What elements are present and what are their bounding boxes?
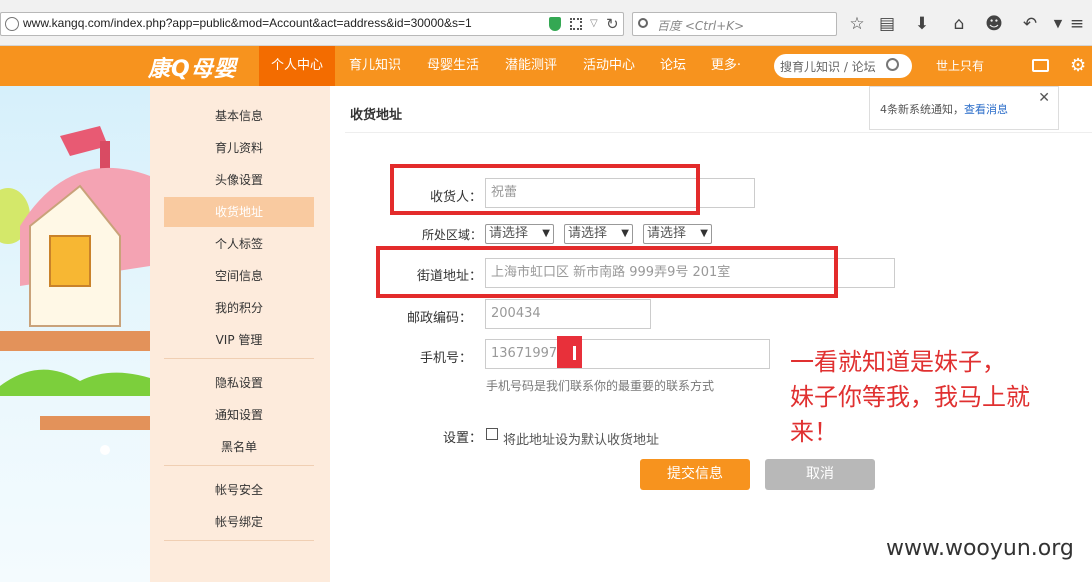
watermark: www.wooyun.org [886,536,1074,561]
qr-code-icon[interactable] [570,18,582,30]
site-logo[interactable]: 康Q母婴 [148,51,237,83]
reading-list-icon[interactable]: ▤ [876,13,898,35]
chevron-down-icon: ▼ [542,228,550,239]
shield-icon[interactable] [549,17,561,31]
view-messages-link[interactable]: 查看消息 [964,103,1008,116]
reload-icon[interactable]: ↻ [606,15,619,33]
sidebar-item-avatar-settings[interactable]: 头像设置 [164,165,314,195]
nav-parenting-knowledge[interactable]: 育儿知识 [338,46,412,86]
sidebar-item-shipping-address[interactable]: 收货地址 [164,197,314,227]
fence-front [40,416,150,430]
notification-count-text: 4条新系统通知， [880,103,964,116]
nav-potential-test[interactable]: 潜能测评 [494,46,568,86]
zip-code-input[interactable]: 200434 [485,299,651,329]
street-address-input[interactable]: 上海市虹口区 新市南路 999弄9号 201室 [485,258,895,288]
address-bar[interactable]: www.kangq.com/index.php?app=public&mod=A… [0,12,624,36]
fence [0,331,150,351]
gear-icon[interactable]: ⚙ [1070,55,1086,76]
city-select-value: 请选择 [568,226,608,241]
browser-search-placeholder: 百度 <Ctrl+K> [657,19,745,33]
user-name[interactable]: 世上只有 [936,46,984,86]
city-select[interactable]: 请选择 ▼ [564,224,633,244]
sidebar-item-account-binding[interactable]: 帐号绑定 [164,507,314,537]
cancel-button[interactable]: 取消 [765,459,875,490]
house-window [49,235,91,287]
nav-more[interactable]: 更多· [700,46,752,86]
recipient-input[interactable]: 祝蕾 [485,178,755,208]
sidebar-item-basic-info[interactable]: 基本信息 [164,101,314,131]
annotation-line: 妹子你等我，我马上就 [790,383,1030,411]
street-label: 街道地址： [416,269,482,284]
sidebar-item-notifications[interactable]: 通知设置 [164,400,314,430]
province-select-value: 请选择 [489,226,529,241]
nav-mother-baby-life[interactable]: 母婴生活 [416,46,490,86]
browser-search-box[interactable]: 百度 <Ctrl+K> [632,12,837,36]
nav-forum[interactable]: 论坛 [650,46,696,86]
nav-activity-center[interactable]: 活动中心 [572,46,646,86]
search-icon[interactable] [886,58,899,71]
download-icon[interactable]: ⬇ [911,13,933,35]
chevron-down-icon: ▼ [700,228,708,239]
dropdown-arrow-icon[interactable]: ▽ [590,18,598,29]
notification-text: 4条新系统通知，查看消息 [880,101,1008,117]
phone-input[interactable]: 13671997 [485,339,770,369]
nav-personal-center[interactable]: 个人中心 [259,46,335,86]
district-select-value: 请选择 [647,226,687,241]
close-icon[interactable]: ✕ [1038,90,1050,106]
redaction-mark [557,336,582,368]
search-icon [638,18,648,28]
grass [0,369,150,396]
site-navigation: 康Q母婴 个人中心 育儿知识 母婴生活 潜能测评 活动中心 论坛 更多· 搜育儿… [0,46,1092,86]
sidebar-divider [164,465,314,466]
undo-icon[interactable]: ↶ [1019,13,1041,35]
setting-label: 设置： [442,431,482,446]
submit-button[interactable]: 提交信息 [640,459,750,490]
house-illustration [0,86,150,582]
chevron-down-icon: ▼ [621,228,629,239]
notification-popup: 4条新系统通知，查看消息 ✕ [869,86,1059,130]
sidebar-divider [164,540,314,541]
sidebar-item-vip[interactable]: VIP 管理 [164,325,314,355]
default-address-checkbox[interactable] [486,428,498,440]
browser-toolbar: www.kangq.com/index.php?app=public&mod=A… [0,0,1092,46]
sidebar-item-parenting-profile[interactable]: 育儿资料 [164,133,314,163]
home-icon[interactable]: ⌂ [948,13,970,35]
title-divider [345,132,1092,133]
flower [100,445,110,455]
annotation-text: 一看就知道是妹子， 妹子你等我，我马上就 来！ [790,345,1090,450]
site-search-placeholder: 搜育儿知识 / 论坛 [780,60,876,74]
sidebar-item-my-points[interactable]: 我的积分 [164,293,314,323]
annotation-line: 一看就知道是妹子， [790,348,1006,376]
site-search-input[interactable]: 搜育儿知识 / 论坛 [774,54,912,78]
sidebar-item-privacy[interactable]: 隐私设置 [164,368,314,398]
phone-hint: 手机号码是我们联系你的最重要的联系方式 [486,379,715,393]
house-illustration-svg [0,126,150,455]
district-select[interactable]: 请选择 ▼ [643,224,712,244]
zip-label: 邮政编码： [406,311,472,326]
smiley-icon[interactable]: ☻ [983,13,1005,35]
sidebar-divider [164,358,314,359]
recipient-label: 收货人： [429,190,482,205]
sidebar-item-space-info[interactable]: 空间信息 [164,261,314,291]
province-select[interactable]: 请选择 ▼ [485,224,554,244]
address-url[interactable]: www.kangq.com/index.php?app=public&mod=A… [23,16,472,30]
account-sidebar: 基本信息 育儿资料 头像设置 收货地址 个人标签 空间信息 我的积分 VIP 管… [150,86,330,582]
sidebar-item-personal-tags[interactable]: 个人标签 [164,229,314,259]
sidebar-item-blacklist[interactable]: 黑名单 [164,432,314,462]
region-label: 所处区域： [421,228,482,242]
menu-icon[interactable]: ≡ [1066,13,1088,35]
page-title: 收货地址 [350,108,403,123]
globe-icon [5,17,19,31]
default-address-label[interactable]: 将此地址设为默认收货地址 [503,429,659,448]
phone-value: 13671997 [491,346,558,361]
annotation-line: 来！ [790,418,838,446]
phone-label: 手机号： [419,351,472,366]
redaction-mark-line [573,346,576,360]
star-bookmark-icon[interactable]: ☆ [846,13,868,35]
sidebar-item-account-security[interactable]: 帐号安全 [164,475,314,505]
mail-icon[interactable] [1032,59,1049,72]
